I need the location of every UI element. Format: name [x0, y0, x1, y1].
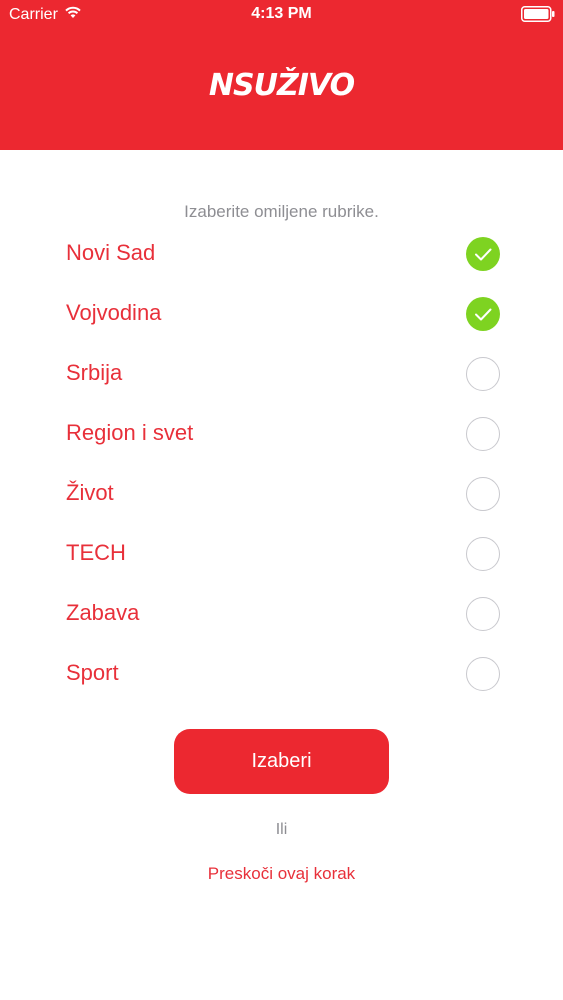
battery-icon	[521, 6, 555, 22]
instruction-text: Izaberite omiljene rubrike.	[184, 202, 379, 221]
topic-row[interactable]: Život	[0, 464, 563, 524]
topic-label: TECH	[66, 540, 126, 565]
empty-circle-icon[interactable]	[466, 657, 500, 691]
topic-row[interactable]: Novi Sad	[0, 224, 563, 284]
topic-row[interactable]: Sport	[0, 644, 563, 704]
app-header: Carrier 4:13 PM NSUŽIVO	[0, 0, 563, 150]
topic-label: Vojvodina	[66, 300, 162, 325]
or-separator: Ili	[275, 821, 288, 838]
topic-label: Sport	[66, 660, 119, 685]
status-time: 4:13 PM	[251, 5, 312, 22]
skip-step-link[interactable]: Preskoči ovaj korak	[0, 864, 563, 884]
empty-circle-icon[interactable]	[466, 477, 500, 511]
empty-circle-icon[interactable]	[466, 597, 500, 631]
topic-label: Srbija	[66, 360, 123, 385]
checkmark-icon[interactable]	[466, 297, 500, 331]
status-bar: Carrier 4:13 PM	[0, 0, 563, 30]
topic-label: Novi Sad	[66, 240, 156, 265]
topic-row[interactable]: Srbija	[0, 344, 563, 404]
topic-label: Region i svet	[66, 420, 194, 445]
topic-row[interactable]: Region i svet	[0, 404, 563, 464]
topic-list: Novi Sad Vojvodina Srbija Region i svet Živo…	[0, 224, 563, 704]
empty-circle-icon[interactable]	[466, 417, 500, 451]
empty-circle-icon[interactable]	[466, 537, 500, 571]
app-logo: NSUŽIVO	[208, 68, 355, 103]
checkmark-icon[interactable]	[466, 237, 500, 271]
empty-circle-icon[interactable]	[466, 357, 500, 391]
topic-label: Zabava	[66, 600, 140, 625]
topic-row[interactable]: Vojvodina	[0, 284, 563, 344]
topic-row[interactable]: Zabava	[0, 584, 563, 644]
topic-row[interactable]: TECH	[0, 524, 563, 584]
select-button[interactable]: Izaberi	[174, 729, 389, 794]
topic-label: Život	[66, 480, 114, 505]
